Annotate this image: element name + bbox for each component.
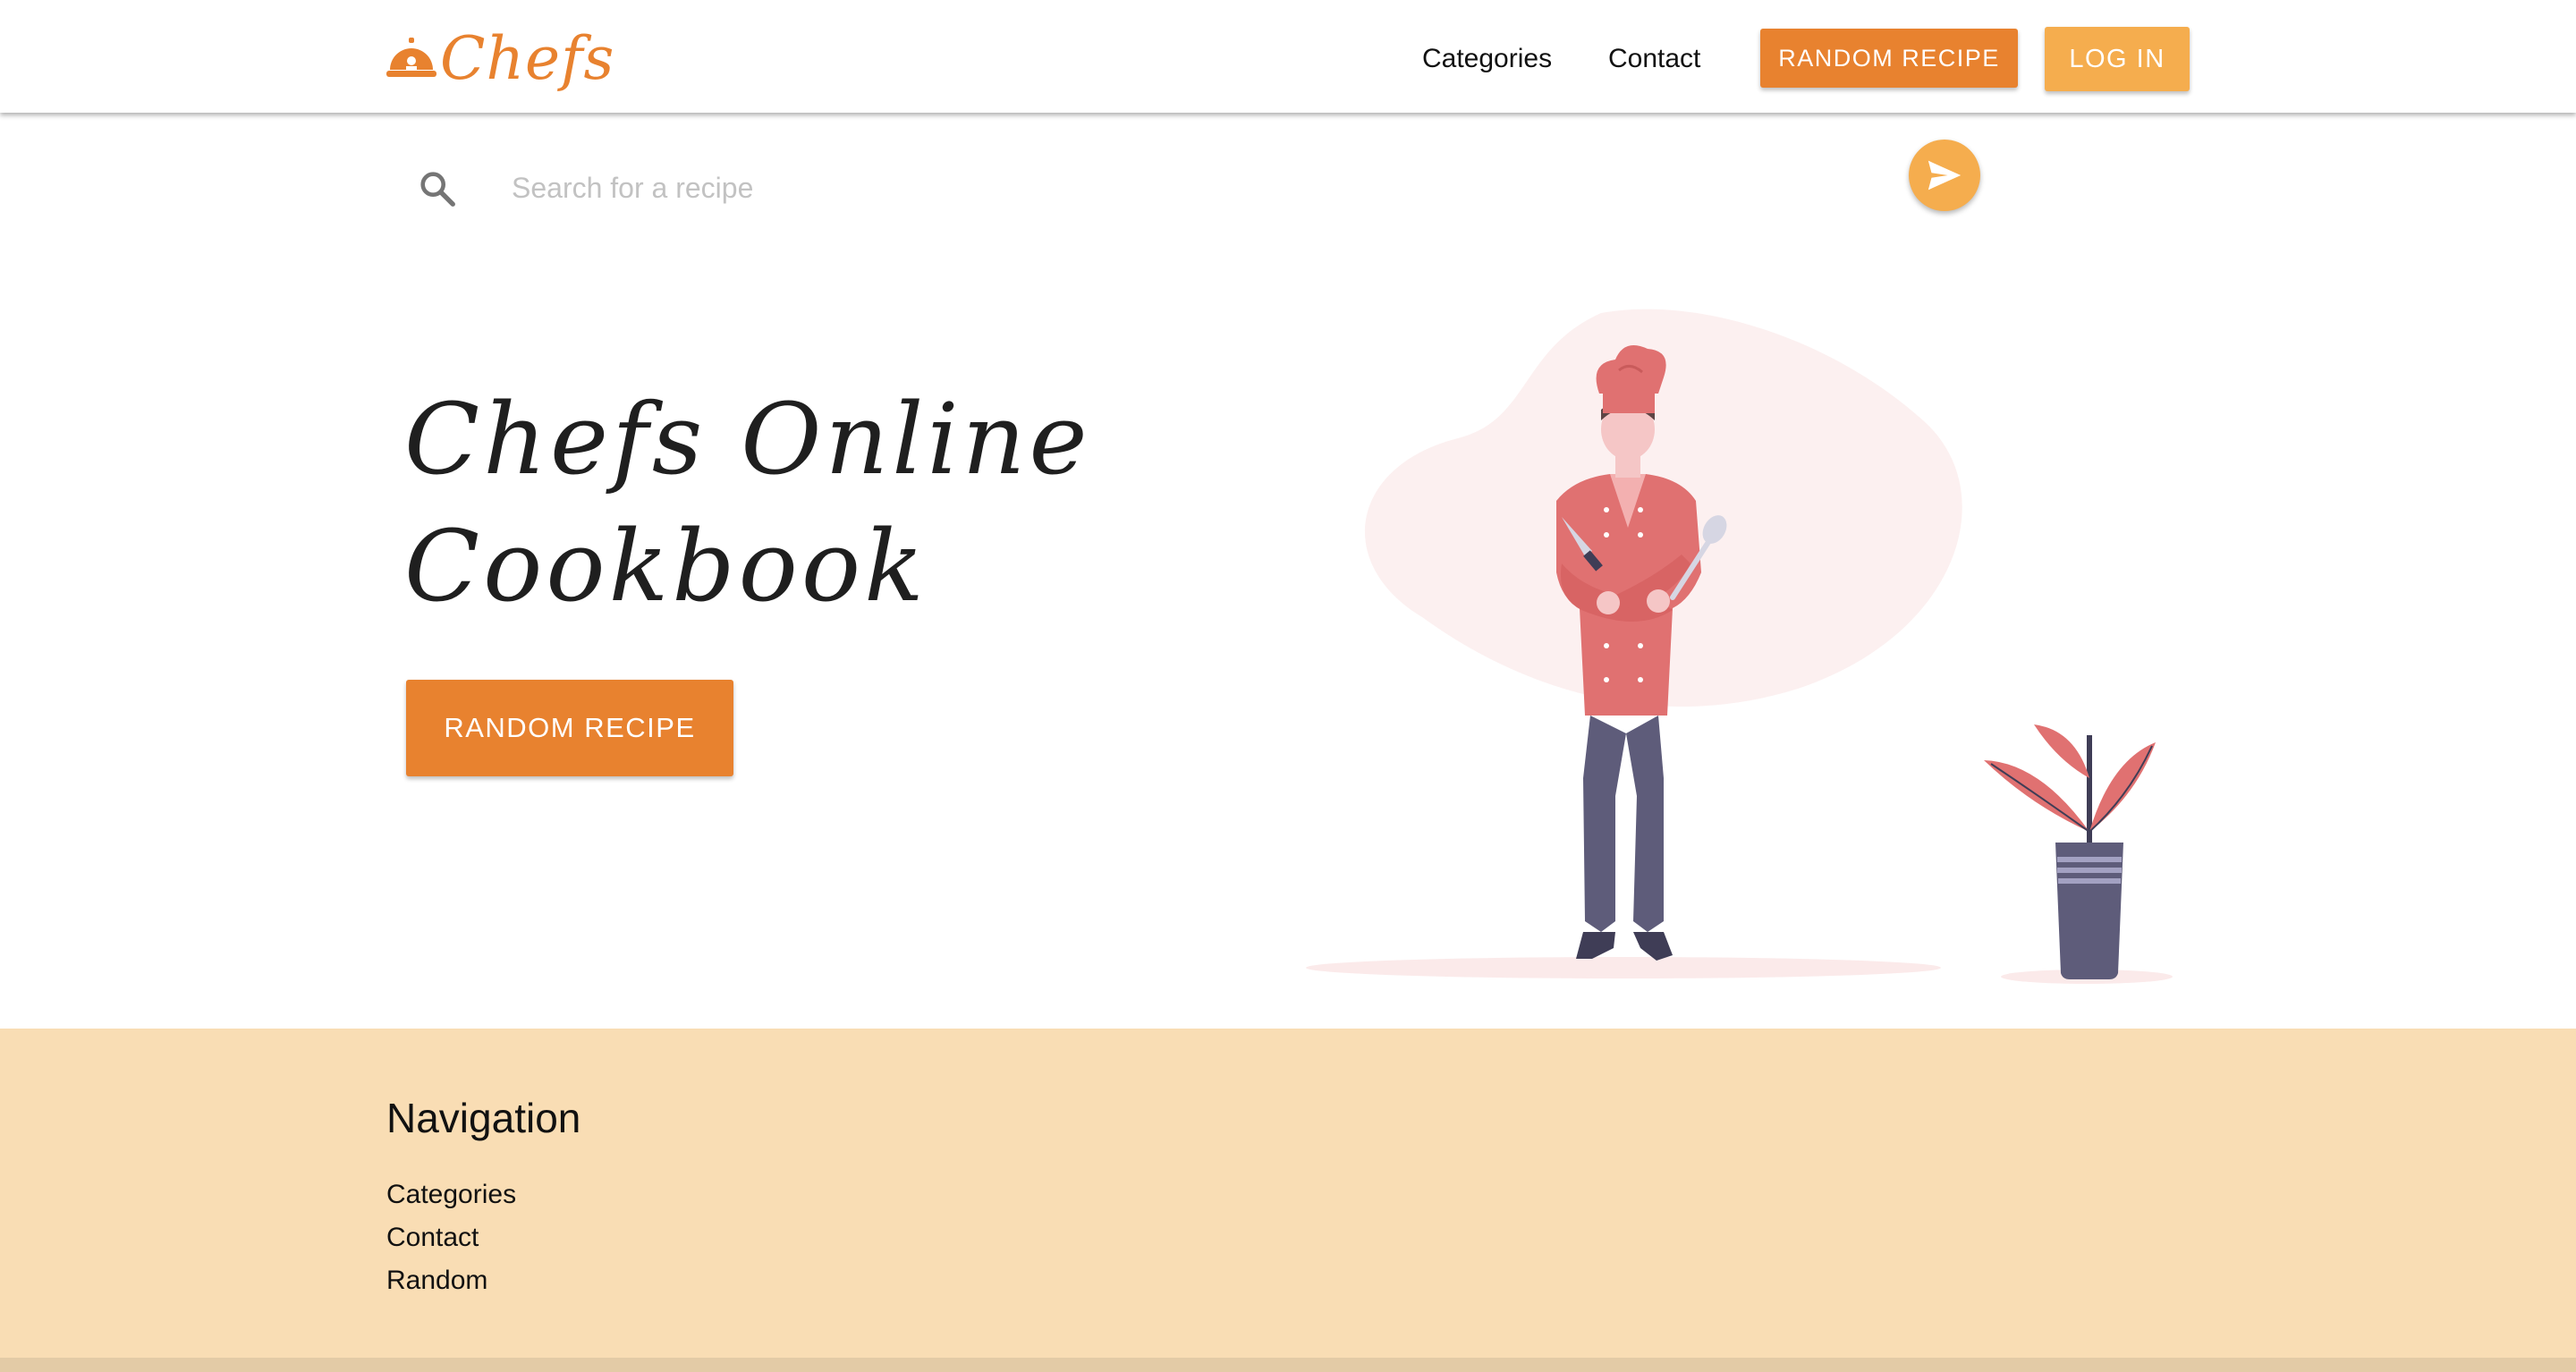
hero-title-line-1: Chefs Online [404, 382, 1091, 496]
footer-navigation-heading: Navigation [386, 1095, 581, 1141]
login-button[interactable]: LOG IN [2045, 27, 2190, 91]
hero-title-line-2: Cookbook [404, 509, 928, 623]
footer-divider [0, 1358, 2576, 1372]
search-submit-button[interactable] [1909, 140, 1980, 211]
nav-contact-link[interactable]: Contact [1608, 41, 1700, 77]
ground-shadow [1306, 957, 1941, 978]
cloche-icon [386, 38, 436, 77]
search-icon [420, 172, 455, 207]
send-icon [1928, 160, 1962, 191]
search-input[interactable] [510, 161, 1315, 215]
hero-title: Chefs Online Cookbook [404, 376, 1209, 630]
header-random-recipe-button[interactable]: RANDOM RECIPE [1760, 29, 2018, 88]
footer-link-contact[interactable]: Contact [386, 1216, 516, 1259]
site-footer: Navigation Categories Contact Random [0, 1029, 2576, 1372]
footer-navigation-list: Categories Contact Random [386, 1173, 516, 1302]
search-bar [385, 134, 1995, 241]
hero-random-recipe-button[interactable]: RANDOM RECIPE [406, 680, 733, 776]
footer-link-random[interactable]: Random [386, 1259, 516, 1302]
nav-categories-link[interactable]: Categories [1422, 41, 1552, 77]
brand-name: Chefs [440, 24, 615, 93]
top-app-bar: Chefs Categories Contact RANDOM RECIPE L… [0, 0, 2576, 113]
brand-logo[interactable]: Chefs [385, 27, 614, 91]
footer-link-categories[interactable]: Categories [386, 1173, 516, 1216]
chef-illustration [1306, 309, 2173, 984]
